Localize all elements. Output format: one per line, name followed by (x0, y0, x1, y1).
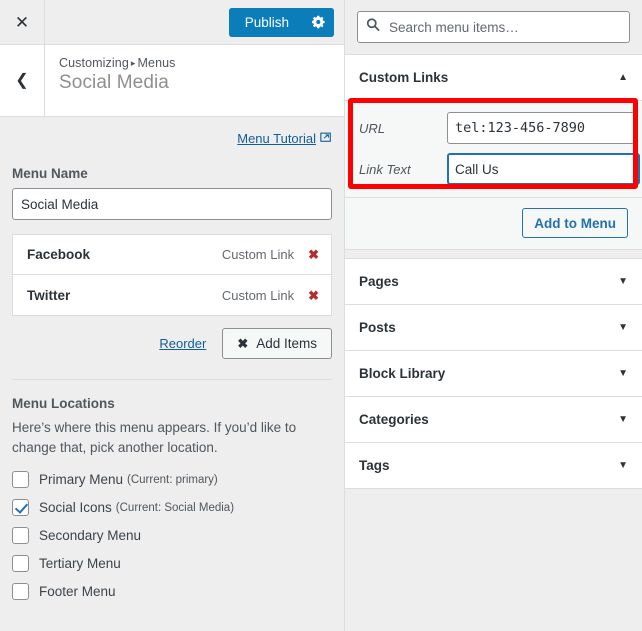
publish-button[interactable]: Publish (228, 7, 303, 37)
location-current: (Current: Social Media) (115, 501, 235, 514)
checkbox-tertiary-menu[interactable] (12, 555, 29, 573)
menu-item-title: Facebook (27, 247, 91, 262)
close-customizer-button[interactable]: ✕ (0, 0, 45, 44)
chevron-down-icon: ▼ (618, 367, 628, 379)
gear-icon (311, 15, 326, 29)
location-row-social-icons[interactable]: Social Icons (Current: Social Media) (12, 499, 332, 517)
search-row (345, 0, 642, 55)
menu-item-title: Twitter (27, 287, 71, 303)
menu-locations-title: Menu Locations (12, 396, 115, 411)
add-items-button[interactable]: ✖ Add Items (222, 328, 332, 359)
location-label: Primary Menu (39, 472, 124, 488)
publish-settings-button[interactable] (303, 7, 334, 37)
accordion-header-categories[interactable]: Categories ▼ (345, 397, 642, 443)
publish-group: Publish (228, 7, 334, 37)
customizer-content: Menu Tutorial Menu Name Facebook Custom … (0, 117, 344, 630)
menu-name-label: Menu Name (12, 166, 88, 181)
location-row-primary-menu[interactable]: Primary Menu (Current: primary) (12, 471, 332, 489)
breadcrumb-separator-icon: ▸ (130, 58, 136, 68)
remove-menu-item-icon[interactable]: ✖ (308, 289, 319, 302)
chevron-down-icon: ▼ (618, 275, 628, 287)
chevron-down-icon: ▼ (618, 413, 628, 425)
menu-name-input[interactable] (12, 188, 332, 220)
menu-items-actions: Reorder ✖ Add Items (12, 328, 332, 359)
accordion-title: Pages (359, 274, 399, 289)
location-row-footer-menu[interactable]: Footer Menu (12, 583, 332, 601)
breadcrumb: Customizing ▸ Menus (59, 56, 176, 70)
close-icon: ✕ (14, 12, 30, 32)
customizer-topbar: ✕ Publish (0, 0, 344, 45)
location-current: (Current: primary) (127, 473, 218, 486)
custom-link-text-row: Link Text (359, 153, 640, 185)
page-title: Social Media (59, 72, 169, 93)
menu-items-list: Facebook Custom Link ✖ Twitter Custom Li… (12, 234, 332, 316)
checkbox-footer-menu[interactable] (12, 583, 29, 601)
breadcrumb-prefix: Customizing (59, 56, 129, 70)
customizer-sidebar: ✕ Publish ❮ Customizing ▸ Menus Social M… (0, 0, 345, 631)
menu-item-row-1[interactable]: Twitter Custom Link ✖ (13, 275, 331, 315)
link-text-input[interactable] (447, 153, 640, 185)
add-items-label: Add Items (256, 336, 317, 351)
accordion-header-custom-links[interactable]: Custom Links ▲ (345, 55, 642, 101)
back-button[interactable]: ❮ (0, 45, 45, 116)
location-label: Secondary Menu (39, 528, 142, 544)
reorder-link[interactable]: Reorder (159, 336, 206, 351)
location-label: Social Icons (39, 500, 112, 516)
menu-item-type: Custom Link (221, 287, 295, 303)
accordion-title: Posts (359, 320, 396, 335)
tutorial-row: Menu Tutorial (12, 117, 332, 152)
accordion-title: Categories (359, 412, 429, 427)
chevron-up-icon: ▲ (618, 71, 628, 83)
search-box (357, 11, 630, 43)
accordion-title: Tags (359, 458, 390, 473)
add-items-icon: ✖ (237, 336, 249, 351)
remove-menu-item-icon[interactable]: ✖ (308, 248, 319, 261)
panel-gap (345, 250, 642, 259)
checkbox-social-icons[interactable] (12, 499, 29, 517)
customizer-screen: ✕ Publish ❮ Customizing ▸ Menus Social M… (0, 0, 642, 631)
accordion-header-tags[interactable]: Tags ▼ (345, 443, 642, 489)
section-title-group: Customizing ▸ Menus Social Media (45, 45, 176, 116)
breadcrumb-current: Menus (137, 56, 176, 70)
available-menu-items-panel: Custom Links ▲ URL Link Text Add to Menu… (345, 0, 642, 631)
chevron-down-icon: ▼ (618, 459, 628, 471)
accordion-header-pages[interactable]: Pages ▼ (345, 259, 642, 305)
external-link-icon (320, 131, 332, 146)
add-to-menu-button[interactable]: Add to Menu (522, 208, 628, 238)
checkbox-secondary-menu[interactable] (12, 527, 29, 545)
checkbox-primary-menu[interactable] (12, 471, 29, 489)
menu-item-type: Custom Link (221, 247, 295, 262)
section-divider (12, 379, 332, 380)
accordion-title: Custom Links (359, 70, 449, 85)
menu-item-row-0[interactable]: Facebook Custom Link ✖ (13, 235, 331, 275)
accordion-header-block-library[interactable]: Block Library ▼ (345, 351, 642, 397)
custom-link-url-row: URL (359, 112, 635, 144)
location-label: Footer Menu (39, 584, 116, 600)
menu-tutorial-link[interactable]: Menu Tutorial (237, 131, 332, 146)
location-row-secondary-menu[interactable]: Secondary Menu (12, 527, 332, 545)
location-row-tertiary-menu[interactable]: Tertiary Menu (12, 555, 332, 573)
accordion-title: Block Library (359, 366, 446, 381)
menu-tutorial-label: Menu Tutorial (237, 131, 316, 146)
location-label: Tertiary Menu (39, 556, 121, 572)
chevron-left-icon: ❮ (15, 71, 29, 89)
search-icon (366, 18, 380, 37)
chevron-down-icon: ▼ (618, 321, 628, 333)
link-text-label: Link Text (359, 161, 411, 177)
section-header: ❮ Customizing ▸ Menus Social Media (0, 45, 344, 117)
menu-locations-description: Here’s where this menu appears. If you’d… (12, 420, 297, 455)
url-label: URL (359, 120, 386, 136)
accordion-header-posts[interactable]: Posts ▼ (345, 305, 642, 351)
add-to-menu-row: Add to Menu (345, 198, 642, 250)
search-input[interactable] (357, 11, 630, 43)
custom-links-form: URL Link Text (345, 101, 642, 198)
topbar-actions: Publish (45, 0, 344, 44)
available-items-accordion: Custom Links ▲ URL Link Text Add to Menu… (345, 55, 642, 489)
url-input[interactable] (447, 112, 635, 144)
